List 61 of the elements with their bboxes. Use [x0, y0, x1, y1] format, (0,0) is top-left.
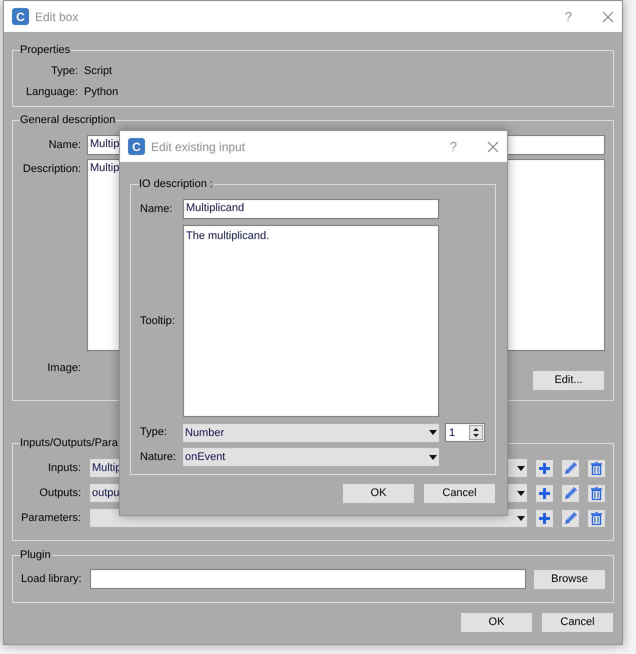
field-label: Language:: [25, 84, 78, 100]
trash-icon: [591, 512, 602, 525]
name-field[interactable]: Multiplicand: [183, 199, 439, 220]
field-label: Type:: [140, 425, 168, 440]
spin-arrows-icon[interactable]: [469, 425, 483, 440]
type-dropdown[interactable]: Number: [183, 424, 439, 442]
add-button[interactable]: [536, 484, 553, 502]
caret-icon: [517, 516, 525, 521]
pencil-icon: [564, 511, 578, 526]
caret-icon: [517, 490, 525, 496]
window-title: Edit box: [35, 8, 78, 26]
field-label: Load library:: [21, 572, 82, 587]
delete-button[interactable]: [588, 484, 605, 502]
library-field[interactable]: [90, 569, 526, 590]
edit-button[interactable]: [562, 484, 579, 502]
field-value: Script: [84, 64, 114, 80]
cancel-button[interactable]: Cancel: [424, 484, 495, 503]
caret-icon: [429, 430, 437, 436]
window-title: Edit existing input: [151, 138, 246, 156]
field-label: Outputs:: [38, 486, 81, 500]
add-button[interactable]: [536, 510, 553, 527]
trash-icon: [591, 462, 602, 475]
cancel-button[interactable]: Cancel: [542, 613, 613, 632]
group-title: Inputs/Outputs/Para: [20, 437, 119, 450]
field-label: Type:: [50, 64, 78, 79]
group-title: Plugin: [20, 549, 52, 562]
app-icon: C: [128, 138, 145, 155]
app-icon: C: [12, 8, 29, 25]
group-title: Properties: [20, 44, 72, 58]
group-title: IO description :: [139, 178, 214, 192]
plus-icon: [539, 462, 550, 474]
edit-button[interactable]: Edit...: [533, 371, 604, 390]
field-label: Name:: [140, 202, 174, 217]
trash-icon: [591, 486, 602, 500]
pencil-icon: [564, 486, 578, 500]
delete-button[interactable]: [588, 460, 605, 477]
pencil-icon: [564, 461, 578, 476]
field-value: Python: [84, 84, 120, 100]
field-label: Description:: [22, 162, 81, 176]
group-title: General description: [20, 114, 116, 128]
nature-dropdown[interactable]: onEvent: [183, 448, 439, 466]
caret-icon: [517, 466, 525, 471]
close-icon[interactable]: [487, 140, 499, 152]
plus-icon: [539, 488, 550, 499]
count-spinbox[interactable]: 1: [445, 423, 485, 442]
browse-button[interactable]: Browse: [534, 570, 605, 589]
tooltip-field[interactable]: The multiplicand.: [183, 225, 439, 418]
field-label: Name:: [48, 138, 81, 152]
field-label: Parameters:: [21, 511, 81, 526]
edit-button[interactable]: [562, 460, 579, 477]
field-label: Image:: [46, 361, 81, 376]
close-icon[interactable]: [602, 10, 614, 22]
field-label: Nature:: [140, 450, 177, 465]
edit-button[interactable]: [562, 510, 579, 527]
delete-button[interactable]: [588, 510, 605, 527]
ok-button[interactable]: OK: [343, 484, 414, 503]
field-label: Tooltip:: [140, 314, 176, 329]
ok-button[interactable]: OK: [461, 613, 532, 632]
add-button[interactable]: [536, 460, 553, 477]
plus-icon: [539, 512, 550, 524]
field-label: Inputs:: [46, 461, 81, 476]
